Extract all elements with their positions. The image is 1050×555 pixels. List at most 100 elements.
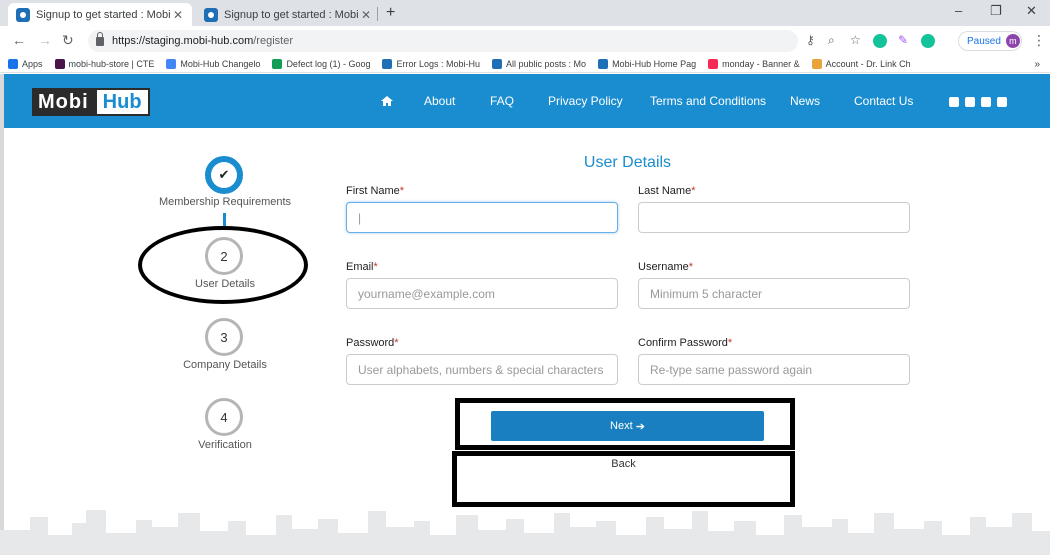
grammarly-extension-icon[interactable] [873, 34, 887, 48]
site-header: Mobi Hub About FAQ Privacy Policy Terms … [4, 74, 1050, 128]
last-name-input[interactable] [638, 202, 910, 233]
city-skyline-illustration [0, 510, 1050, 555]
paused-label: Paused [967, 35, 1001, 47]
browser-toolbar: ← → ↻ https://staging.mobi-hub.com /regi… [0, 26, 1050, 56]
bookmark-favicon-icon [708, 59, 719, 69]
forward-arrow-icon[interactable]: → [38, 32, 52, 48]
first-name-label-text: First Name [346, 185, 400, 197]
step-3-label: Company Details [183, 359, 267, 371]
url-path: /register [253, 35, 293, 47]
bookmark-label: All public posts : Mo [506, 59, 587, 69]
bookmark-favicon-icon [272, 59, 283, 69]
bookmark-favicon-icon [8, 59, 18, 69]
email-label: Email* [346, 261, 378, 273]
back-arrow-icon[interactable]: ← [12, 32, 26, 48]
mobihub-favicon-icon [204, 7, 218, 22]
email-label-text: Email [346, 261, 374, 273]
profile-avatar: m [1005, 34, 1020, 48]
bookmark-item[interactable]: Error Logs : Mobi-Hu [382, 59, 480, 69]
close-window-button[interactable]: ✕ [1026, 3, 1037, 19]
password-input[interactable] [346, 354, 618, 385]
bookmarks-overflow-icon[interactable]: » [1034, 59, 1040, 70]
last-name-label-text: Last Name [638, 185, 692, 197]
close-tab-icon[interactable]: ✕ [170, 8, 186, 22]
reload-icon[interactable]: ↻ [62, 32, 74, 49]
linkedin-icon[interactable] [997, 97, 1007, 107]
new-tab-button[interactable]: + [386, 4, 395, 22]
tab-strip: Signup to get started : Mobi-Hub ✕ Signu… [0, 0, 1050, 26]
bookmark-item[interactable]: All public posts : Mo [492, 59, 586, 69]
confirm-password-label: Confirm Password* [638, 337, 732, 349]
first-name-label: First Name* [346, 185, 404, 197]
required-mark: * [373, 261, 378, 273]
arrow-right-icon: ➔ [635, 420, 645, 433]
step-1-label: Membership Requirements [158, 196, 292, 208]
last-name-label: Last Name* [638, 185, 695, 197]
bookmark-item[interactable]: monday - Banner & [708, 59, 800, 69]
lock-icon [96, 31, 104, 46]
bookmark-label: monday - Banner & [722, 59, 800, 69]
required-mark: * [727, 337, 733, 349]
grammarly-extension-icon-2[interactable] [921, 34, 935, 48]
bookmark-item[interactable]: Mobi-Hub Home Pag [598, 59, 696, 69]
key-icon[interactable]: ⚷ [806, 33, 815, 47]
twitter-icon[interactable] [965, 97, 975, 107]
back-button[interactable]: Back [455, 458, 792, 478]
restore-button[interactable]: ❐ [990, 3, 1002, 19]
email-input[interactable] [346, 278, 618, 309]
zoom-icon[interactable]: ⌕ [828, 33, 835, 48]
required-mark: * [394, 337, 399, 349]
confirm-password-label-text: Confirm Password [638, 337, 728, 349]
browser-tab[interactable]: Signup to get started : Mobi-Hub ✕ [196, 3, 380, 26]
step-1-circle: ✔ [205, 156, 243, 194]
bookmark-label: Defect log (1) - Goog [286, 59, 371, 69]
form-title: User Details [583, 154, 672, 171]
mobihub-logo[interactable]: Mobi Hub [32, 88, 150, 116]
bookmark-favicon-icon [598, 59, 609, 69]
home-icon[interactable] [381, 96, 393, 106]
menu-kebab-icon[interactable]: ⋮ [1032, 32, 1046, 49]
next-button[interactable]: Next ➔ [491, 411, 764, 441]
nav-about[interactable]: About [424, 94, 455, 108]
bookmark-item[interactable]: Mobi-Hub Changelo [166, 59, 260, 69]
pen-extension-icon[interactable]: ✎ [898, 33, 908, 47]
nav-contact-us[interactable]: Contact Us [854, 94, 913, 108]
step-connector [223, 213, 226, 227]
password-label: Password* [346, 337, 399, 349]
confirm-password-input[interactable] [638, 354, 910, 385]
nav-privacy-policy[interactable]: Privacy Policy [548, 94, 623, 108]
close-tab-icon[interactable]: ✕ [358, 8, 374, 22]
bookmark-item[interactable]: Account - Dr. Link Ch [811, 59, 911, 69]
nav-faq[interactable]: FAQ [490, 94, 514, 108]
bookmark-label: Apps [22, 59, 43, 69]
profile-paused-chip[interactable]: Paused m [958, 31, 1022, 51]
logo-hub-text: Hub [94, 88, 150, 116]
bookmark-item[interactable]: Apps [8, 59, 43, 69]
required-mark: * [688, 261, 694, 273]
step-3-circle: 3 [205, 318, 243, 356]
minimize-button[interactable]: – [955, 3, 962, 18]
bookmark-star-icon[interactable]: ☆ [850, 33, 861, 47]
tab-title: Signup to get started : Mobi-Hub [224, 8, 358, 21]
url-host: https://staging.mobi-hub.com [112, 35, 254, 47]
facebook-icon[interactable] [949, 97, 959, 107]
bookmark-favicon-icon [54, 59, 65, 69]
username-input[interactable] [638, 278, 910, 309]
first-name-input[interactable] [346, 202, 618, 233]
logo-mobi-text: Mobi [32, 88, 95, 116]
address-bar[interactable]: https://staging.mobi-hub.com /register [88, 30, 798, 52]
bookmark-label: Account - Dr. Link Ch [825, 59, 911, 69]
tab-title: Signup to get started : Mobi-Hub [36, 8, 170, 21]
browser-tab-active[interactable]: Signup to get started : Mobi-Hub ✕ [8, 3, 192, 26]
nav-news[interactable]: News [790, 94, 820, 108]
username-label-text: Username [638, 261, 689, 273]
nav-terms-and-conditions[interactable]: Terms and Conditions [650, 94, 766, 108]
instagram-icon[interactable] [981, 97, 991, 107]
bookmark-label: Mobi-Hub Changelo [180, 59, 261, 69]
bookmark-item[interactable]: mobi-hub-store | CTE [54, 59, 154, 69]
password-label-text: Password [346, 337, 395, 349]
required-mark: * [399, 185, 405, 197]
bookmark-item[interactable]: Defect log (1) - Goog [272, 59, 370, 69]
bookmarks-bar: Apps mobi-hub-store | CTE Mobi-Hub Changel… [0, 56, 1050, 73]
annotation-ellipse [138, 226, 308, 304]
